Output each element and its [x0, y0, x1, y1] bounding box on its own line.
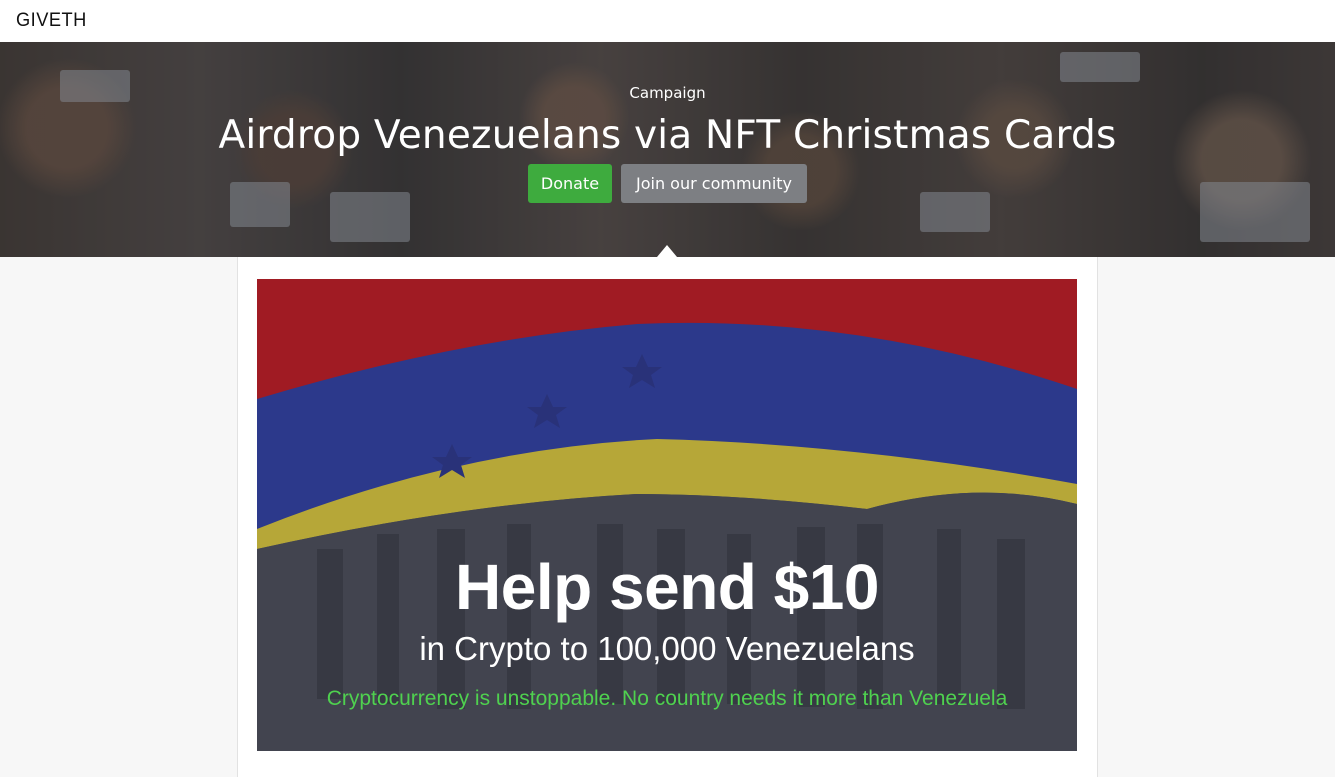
banner-tagline: Cryptocurrency is unstoppable. No countr…: [326, 687, 1008, 710]
banner-subheadline: in Crypto to 100,000 Venezuelans: [419, 630, 915, 667]
hero-content: Campaign Airdrop Venezuelans via NFT Chr…: [0, 42, 1335, 257]
hero-notch: [657, 245, 677, 257]
join-community-button[interactable]: Join our community: [621, 164, 807, 203]
campaign-kicker: Campaign: [629, 84, 706, 102]
venezuela-flag-illustration: [257, 279, 1077, 751]
campaign-banner-image: Help send $10 in Crypto to 100,000 Venez…: [257, 279, 1077, 751]
donate-button[interactable]: Donate: [528, 164, 612, 203]
top-navbar: GIVETH: [0, 0, 1335, 42]
giveth-logo[interactable]: GIVETH: [16, 10, 87, 32]
campaign-title: Airdrop Venezuelans via NFT Christmas Ca…: [218, 113, 1117, 158]
campaign-hero: Campaign Airdrop Venezuelans via NFT Chr…: [0, 42, 1335, 257]
banner-headline: Help send $10: [455, 551, 879, 623]
